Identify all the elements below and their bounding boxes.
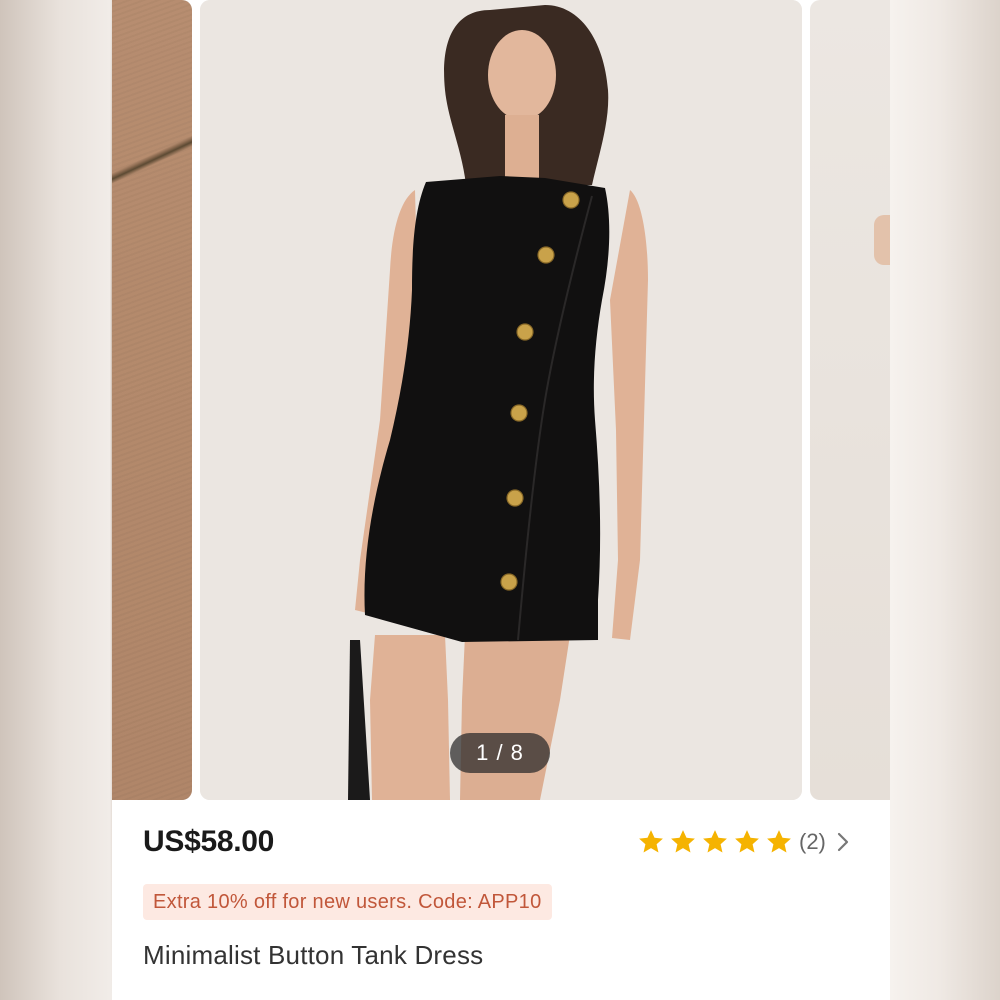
star-icon bbox=[735, 830, 759, 853]
fabric-seam bbox=[112, 110, 192, 230]
star-icon bbox=[767, 830, 791, 853]
star-icon bbox=[639, 830, 663, 853]
star-icon bbox=[671, 830, 695, 853]
model-photo bbox=[200, 0, 802, 800]
next-image-arm bbox=[874, 215, 890, 265]
image-counter: 1 / 8 bbox=[450, 733, 550, 773]
product-info: US$58.00 (2) Extra 10% off for new users… bbox=[112, 800, 890, 1000]
previous-image[interactable] bbox=[112, 0, 192, 800]
next-image[interactable] bbox=[810, 0, 890, 800]
product-title: Minimalist Button Tank Dress bbox=[143, 940, 484, 970]
main-product-image[interactable]: 1 / 8 bbox=[200, 0, 802, 800]
rating-summary[interactable]: (2) bbox=[637, 825, 850, 859]
star-icon bbox=[703, 830, 727, 853]
product-page: 1 / 8 US$58.00 (2) Extra 10% off for new… bbox=[112, 0, 890, 1000]
rating-stars bbox=[637, 828, 797, 856]
rating-count: (2) bbox=[799, 829, 826, 854]
chevron-right-icon[interactable] bbox=[836, 831, 850, 853]
product-price: US$58.00 bbox=[143, 825, 275, 858]
promo-banner: Extra 10% off for new users. Code: APP10 bbox=[143, 884, 552, 920]
image-carousel[interactable]: 1 / 8 bbox=[112, 0, 890, 800]
